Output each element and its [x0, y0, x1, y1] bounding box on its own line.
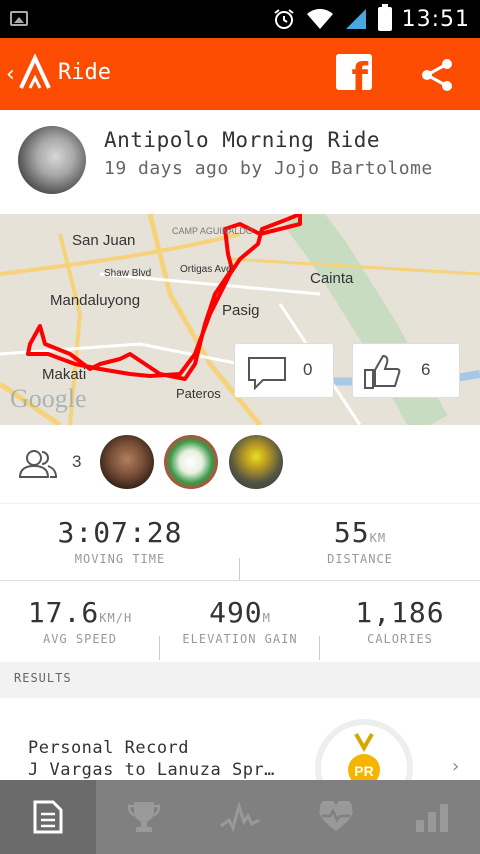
distance-value: 55KM	[280, 516, 440, 549]
chevron-right-icon[interactable]: ›	[452, 756, 459, 777]
divider	[319, 636, 320, 660]
tab-stats[interactable]	[384, 780, 480, 854]
alarm-icon	[273, 9, 294, 29]
document-icon	[33, 800, 63, 834]
divider	[239, 558, 240, 580]
elevation-label: ELEVATION GAIN	[182, 632, 298, 646]
map-label-pasig: Pasig	[222, 302, 260, 319]
comment-count: 0	[303, 360, 313, 379]
image-notification-icon	[10, 11, 28, 26]
signal-icon	[345, 9, 366, 29]
avg-speed-unit: KM/H	[99, 611, 133, 625]
kudos-count: 6	[421, 360, 431, 379]
comment-icon	[248, 357, 286, 390]
avg-speed-value: 17.6KM/H	[0, 596, 160, 629]
status-bar: 13:51	[0, 0, 480, 38]
battery-icon	[377, 4, 392, 31]
elevation-number: 490	[209, 596, 263, 629]
athlete-avatar-3[interactable]	[229, 435, 283, 489]
moving-time-value: 3:07:28	[57, 516, 183, 549]
trophy-icon	[128, 802, 160, 832]
pulse-icon	[220, 802, 260, 832]
map-label-san-juan: San Juan	[72, 232, 136, 249]
moving-time-label: MOVING TIME	[74, 552, 166, 566]
elevation-unit: M	[262, 611, 271, 625]
distance-number: 55	[333, 516, 370, 549]
heart-rate-icon	[319, 801, 353, 831]
tab-heart-rate[interactable]	[288, 780, 384, 854]
map-label-mandaluyong: Mandaluyong	[50, 292, 141, 309]
map-label-camp-aguinaldo: CAMP AGUINALDO	[172, 226, 253, 236]
results-header: RESULTS	[0, 662, 480, 698]
status-time: 13:51	[401, 6, 470, 32]
athlete-count: 3	[72, 452, 82, 471]
elevation-value: 490M	[160, 596, 320, 629]
wifi-icon	[306, 8, 333, 29]
map-label-cainta: Cainta	[310, 270, 354, 287]
calories-value: 1,186	[355, 596, 445, 629]
medal-icon: PR	[315, 719, 413, 780]
map-label-makati: Makati	[42, 366, 87, 383]
facebook-share-icon[interactable]: f	[336, 54, 372, 90]
distance-label: DISTANCE	[327, 552, 393, 566]
distance-unit: KM	[369, 531, 387, 545]
strava-logo[interactable]	[18, 52, 52, 92]
map-label-ortigas: Ortigas Ave	[180, 264, 232, 275]
result-title: Personal Record	[28, 738, 190, 758]
avg-speed-number: 17.6	[27, 596, 100, 629]
back-chevron-icon[interactable]: ‹	[6, 62, 15, 87]
page-title: Ride	[58, 60, 111, 85]
bar-chart-icon	[416, 804, 448, 832]
kudos-button[interactable]: 6	[352, 343, 460, 398]
result-segment: J Vargas to Lanuza Spr…	[28, 760, 275, 780]
bottom-tab-bar	[0, 780, 480, 854]
tab-achievements[interactable]	[96, 780, 192, 854]
athlete-avatar-2[interactable]	[164, 435, 218, 489]
activity-title: Antipolo Morning Ride	[104, 128, 381, 152]
thumbs-up-icon	[364, 354, 401, 389]
map-label-shaw: Shaw Blvd	[104, 268, 152, 279]
athlete-avatar-1[interactable]	[100, 435, 154, 489]
avg-speed-label: AVG SPEED	[42, 632, 118, 646]
map-label-pateros: Pateros	[176, 386, 221, 401]
pr-badge-text: PR	[354, 763, 373, 779]
results-header-label: RESULTS	[14, 671, 72, 685]
divider	[159, 636, 160, 660]
tab-analysis[interactable]	[192, 780, 288, 854]
calories-label: CALORIES	[367, 632, 433, 646]
result-row[interactable]: PR Personal Record J Vargas to Lanuza Sp…	[0, 698, 480, 780]
app-bar: ‹ Ride f	[0, 38, 480, 110]
activity-subtitle: 19 days ago by Jojo Bartolome	[104, 158, 433, 179]
comments-button[interactable]: 0	[234, 343, 334, 398]
google-attribution: Google	[10, 384, 87, 413]
group-icon	[18, 450, 58, 478]
tab-overview[interactable]	[0, 780, 96, 854]
share-icon[interactable]	[418, 56, 456, 94]
divider	[0, 580, 480, 581]
athlete-avatar[interactable]	[18, 126, 86, 194]
